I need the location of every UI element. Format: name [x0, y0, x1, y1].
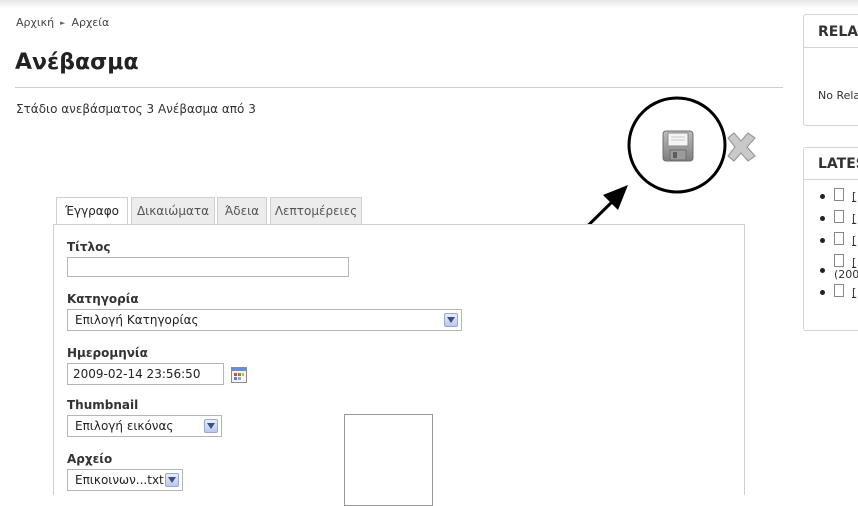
cancel-button[interactable] [722, 130, 760, 164]
title-label: Τίτλος [67, 240, 111, 254]
breadcrumb-current-link[interactable]: Αρχεία [71, 16, 109, 29]
document-icon [834, 284, 844, 297]
tab-details[interactable]: Λεπτομέρειες [270, 197, 362, 224]
thumbnail-label: Thumbnail [67, 398, 139, 412]
file-label: Αρχείο [67, 452, 113, 466]
file-select-value: Επικοινων...txt [75, 473, 164, 487]
breadcrumb-home-link[interactable]: Αρχική [16, 16, 54, 29]
breadcrumb: Αρχική ► Αρχεία [16, 16, 109, 29]
latest-title: LATES [818, 156, 858, 172]
chevron-down-icon [204, 419, 218, 433]
document-icon [834, 210, 844, 223]
chevron-down-icon [444, 313, 458, 327]
top-shadow [0, 0, 858, 8]
latest-divider [804, 179, 858, 180]
date-label: Ημερομηνία [67, 346, 148, 360]
thumbnail-select[interactable]: Επιλογή εικόνας [67, 415, 222, 437]
calendar-icon [231, 367, 247, 383]
latest-box: LATES [ [ [ [(200 [ [803, 147, 858, 331]
calendar-button[interactable] [231, 367, 247, 383]
file-select[interactable]: Επικοινων...txt [67, 469, 183, 491]
document-icon [834, 254, 844, 267]
save-button[interactable] [660, 128, 696, 164]
annotation-arrow-head [603, 185, 628, 210]
related-empty-text: No Rela [818, 89, 858, 102]
document-icon [834, 188, 844, 201]
title-input[interactable] [67, 257, 349, 277]
thumbnail-select-value: Επιλογή εικόνας [75, 419, 174, 433]
floppy-disk-icon [662, 130, 694, 162]
x-cross-icon [727, 132, 756, 162]
document-form-panel: Τίτλος Κατηγορία Επιλογή Κατηγορίας Ημερ… [53, 224, 745, 506]
category-select[interactable]: Επιλογή Κατηγορίας [67, 309, 462, 331]
tab-license[interactable]: Άδεια [217, 197, 267, 224]
date-input[interactable] [67, 363, 224, 385]
tab-permissions[interactable]: Δικαιώματα [131, 197, 215, 224]
related-divider [804, 47, 858, 48]
title-divider [15, 87, 783, 88]
category-select-value: Επιλογή Κατηγορίας [75, 313, 199, 327]
page-title: Ανέβασμα [15, 50, 139, 75]
upload-stage-text: Στάδιο ανεβάσματος 3 Ανέβασμα από 3 [16, 102, 256, 116]
breadcrumb-separator-icon: ► [60, 19, 66, 27]
related-box: RELA No Rela [803, 14, 858, 126]
thumbnail-preview [344, 414, 433, 506]
document-icon [834, 232, 844, 245]
related-title: RELA [818, 24, 858, 40]
category-label: Κατηγορία [67, 292, 139, 306]
tab-document[interactable]: Έγγραφο [56, 197, 128, 226]
chevron-down-icon [165, 473, 179, 487]
